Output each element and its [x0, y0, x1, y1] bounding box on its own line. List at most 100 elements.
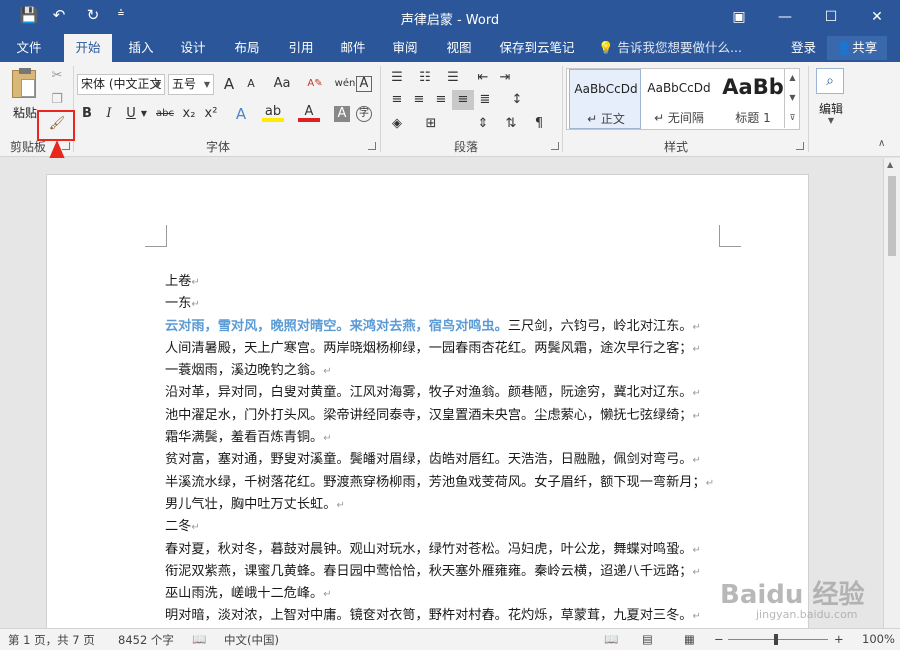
scroll-up-icon[interactable]: ▲ [887, 160, 893, 169]
line-text[interactable]: 衔泥双紫燕，课蜜几黄蜂。春日园中莺恰恰，秋天塞外雁雍雍。秦岭云横，迢递八千远路； [165, 564, 693, 579]
document-line[interactable]: 巫山雨洗，嵯峨十二危峰。↵ [165, 583, 725, 605]
numbering-icon[interactable]: ☷ [414, 68, 436, 88]
tab-references[interactable]: 引用 [278, 34, 324, 62]
line-text[interactable]: 二冬 [165, 519, 191, 534]
collapse-ribbon-icon[interactable]: ∧ [878, 138, 885, 149]
line-text[interactable]: 贫对富，塞对通，野叟对溪童。鬓皤对眉绿，齿皓对唇红。天浩浩，日融融，佩剑对弯弓。 [165, 452, 693, 467]
read-mode-icon[interactable]: 📖 [604, 632, 618, 646]
style-normal[interactable]: AaBbCcDd ↵ 正文 [569, 69, 641, 129]
font-size-dropdown[interactable]: 五号 ▼ [168, 74, 214, 95]
character-shading-icon[interactable]: A [334, 106, 350, 122]
line-text[interactable]: 明对暗，淡对浓，上智对中庸。镜奁对衣笥，野杵对村舂。花灼烁，草蒙茸，九夏对三冬。 [165, 608, 693, 623]
style-no-spacing[interactable]: AaBbCcDd ↵ 无间隔 [643, 69, 715, 129]
line-text[interactable]: 人间清暑殿，天上广寒宫。两岸晓烟杨柳绿，一园春雨杏花红。两鬓风霜，途次早行之客； [165, 341, 693, 356]
chevron-down-icon[interactable]: ▼ [138, 104, 150, 124]
justify-icon[interactable]: ≡ [452, 90, 474, 110]
character-border-icon[interactable]: A [356, 76, 372, 92]
vertical-scrollbar[interactable]: ▲ [883, 158, 900, 628]
sign-in-link[interactable]: 登录 [791, 34, 816, 62]
language-indicator[interactable]: 中文(中国) [224, 632, 279, 648]
decrease-indent-icon[interactable]: ⇤ [472, 68, 494, 88]
word-count[interactable]: 8452 个字 [118, 632, 174, 648]
tab-review[interactable]: 审阅 [382, 34, 428, 62]
document-line[interactable]: 霜华满鬓，羞看百炼青铜。↵ [165, 427, 725, 449]
highlight-color-icon[interactable]: ab [262, 104, 284, 122]
borders-icon[interactable]: ⊞ [420, 114, 442, 134]
tab-design[interactable]: 设计 [170, 34, 216, 62]
document-line[interactable]: 男儿气壮，胸中吐万丈长虹。↵ [165, 494, 725, 516]
font-color-icon[interactable]: A [298, 104, 320, 122]
highlighted-text[interactable]: 云对雨，雪对风，晚照对晴空。来鸿对去燕，宿鸟对鸣虫。 [165, 319, 508, 334]
document-line[interactable]: 一东↵ [165, 293, 725, 315]
text-effects-icon[interactable]: A [230, 104, 252, 124]
document-body[interactable]: 上卷↵ 一东↵ 云对雨，雪对风，晚照对晴空。来鸿对去燕，宿鸟对鸣虫。三尺剑，六钧弓，… [165, 271, 725, 628]
style-heading-1[interactable]: AaBb 标题 1 [717, 69, 789, 129]
document-line[interactable]: 二冬↵ [165, 516, 725, 538]
zoom-slider-thumb[interactable] [774, 634, 778, 645]
line-text[interactable]: 上卷 [165, 274, 191, 289]
styles-dialog-launcher[interactable] [796, 142, 804, 150]
document-line[interactable]: 上卷↵ [165, 271, 725, 293]
document-line[interactable]: 春对夏，秋对冬，暮鼓对晨钟。观山对玩水，绿竹对苍松。冯妇虎，叶公龙，舞蝶对鸣蛩。… [165, 539, 725, 561]
document-line[interactable]: 沿对革，异对同，白叟对黄童。江风对海雾，牧子对渔翁。颜巷陋，阮途穷，冀北对辽东。… [165, 382, 725, 404]
distributed-icon[interactable]: ≣ [474, 90, 496, 110]
line-text[interactable]: 男儿气壮，胸中吐万丈长虹。 [165, 497, 336, 512]
line-text[interactable]: 一东 [165, 296, 191, 311]
sort-icon[interactable]: ⇅ [500, 114, 522, 134]
tab-layout[interactable]: 布局 [224, 34, 270, 62]
multilevel-list-icon[interactable]: ☰ [442, 68, 464, 88]
document-line[interactable]: 一蓑烟雨，溪边晚钓之翁。↵ [165, 360, 725, 382]
bold-icon[interactable]: B [76, 104, 98, 124]
superscript-icon[interactable]: x² [200, 104, 222, 124]
document-line[interactable]: 衔泥双紫燕，课蜜几黄蜂。春日园中莺恰恰，秋天塞外雁雍雍。秦岭云横，迢递八千远路；… [165, 561, 725, 583]
line-text[interactable]: 三尺剑，六钧弓，岭北对江东。 [508, 319, 693, 334]
maximize-button[interactable]: ☐ [808, 0, 854, 34]
line-spacing-icon[interactable]: ↕ [506, 90, 528, 110]
document-line[interactable]: 明对暗，淡对浓，上智对中庸。镜奁对衣笥，野杵对村舂。花灼烁，草蒙茸，九夏对三冬。… [165, 605, 725, 627]
copy-icon[interactable]: ❐ [46, 90, 68, 110]
tab-save-to-cloud-notes[interactable]: 保存到云笔记 [494, 34, 580, 62]
zoom-in-icon[interactable]: + [834, 632, 844, 646]
print-layout-icon[interactable]: ▤ [642, 632, 653, 646]
tab-file[interactable]: 文件 [6, 34, 52, 62]
chinese-layout-icon[interactable]: ⇕ [472, 114, 494, 134]
show-hide-marks-icon[interactable]: ¶ [528, 114, 550, 134]
font-name-dropdown[interactable]: 宋体 (中文正文 ▼ [77, 74, 165, 95]
align-left-icon[interactable]: ≡ [386, 90, 408, 110]
grow-font-icon[interactable]: A [218, 74, 240, 94]
share-button[interactable]: 👤共享 [827, 36, 887, 60]
zoom-slider[interactable] [728, 634, 828, 645]
strikethrough-icon[interactable]: abc [154, 104, 176, 124]
scrollbar-thumb[interactable] [888, 176, 896, 256]
tab-view[interactable]: 视图 [436, 34, 482, 62]
shading-icon[interactable]: ◈ [386, 114, 408, 134]
line-text[interactable]: 一蓑烟雨，溪边晚钓之翁。 [165, 363, 323, 378]
tab-home[interactable]: 开始 [64, 34, 112, 62]
line-text[interactable]: 池中濯足水，门外打头风。梁帝讲经同泰寺，汉皇置酒未央宫。尘虑萦心，懒抚七弦绿绮； [165, 408, 693, 423]
paste-button[interactable]: 粘贴 [8, 68, 40, 120]
gallery-more-icon[interactable]: ⊽ [784, 108, 800, 128]
ribbon-display-options-icon[interactable]: ▣ [716, 0, 762, 34]
line-text[interactable]: 沿对革，异对同，白叟对黄童。江风对海雾，牧子对渔翁。颜巷陋，阮途穷，冀北对辽东。 [165, 385, 693, 400]
document-line[interactable]: 贫对富，塞对通，野叟对溪童。鬓皤对眉绿，齿皓对唇红。天浩浩，日融融，佩剑对弯弓。… [165, 449, 725, 471]
shrink-font-icon[interactable]: A [240, 74, 262, 94]
proofing-icon[interactable]: 📖 [192, 632, 206, 646]
tab-mailings[interactable]: 邮件 [330, 34, 376, 62]
document-page[interactable]: 上卷↵ 一东↵ 云对雨，雪对风，晚照对晴空。来鸿对去燕，宿鸟对鸣虫。三尺剑，六钧弓，… [46, 174, 809, 628]
increase-indent-icon[interactable]: ⇥ [494, 68, 516, 88]
close-button[interactable]: ✕ [854, 0, 900, 34]
minimize-button[interactable]: — [762, 0, 808, 34]
document-line[interactable]: 人间清暑殿，天上广寒宫。两岸晓烟杨柳绿，一园春雨杏花红。两鬓风霜，途次早行之客；… [165, 338, 725, 360]
page-count[interactable]: 第 1 页，共 7 页 [8, 632, 95, 648]
zoom-level[interactable]: 100% [862, 632, 895, 646]
align-center-icon[interactable]: ≡ [408, 90, 430, 110]
font-dialog-launcher[interactable] [368, 142, 376, 150]
enclose-characters-icon[interactable]: 字 [356, 106, 372, 122]
align-right-icon[interactable]: ≡ [430, 90, 452, 110]
tab-insert[interactable]: 插入 [118, 34, 164, 62]
tell-me-search[interactable]: 💡 告诉我您想要做什么... [598, 34, 742, 62]
document-line[interactable]: 池中濯足水，门外打头风。梁帝讲经同泰寺，汉皇置酒未央宫。尘虑萦心，懒抚七弦绿绮；… [165, 405, 725, 427]
editing-button[interactable]: ⌕ 编辑 ▼ [814, 68, 846, 128]
phonetic-guide-icon[interactable]: wén [334, 74, 356, 94]
line-text[interactable]: 霜华满鬓，羞看百炼青铜。 [165, 430, 323, 445]
